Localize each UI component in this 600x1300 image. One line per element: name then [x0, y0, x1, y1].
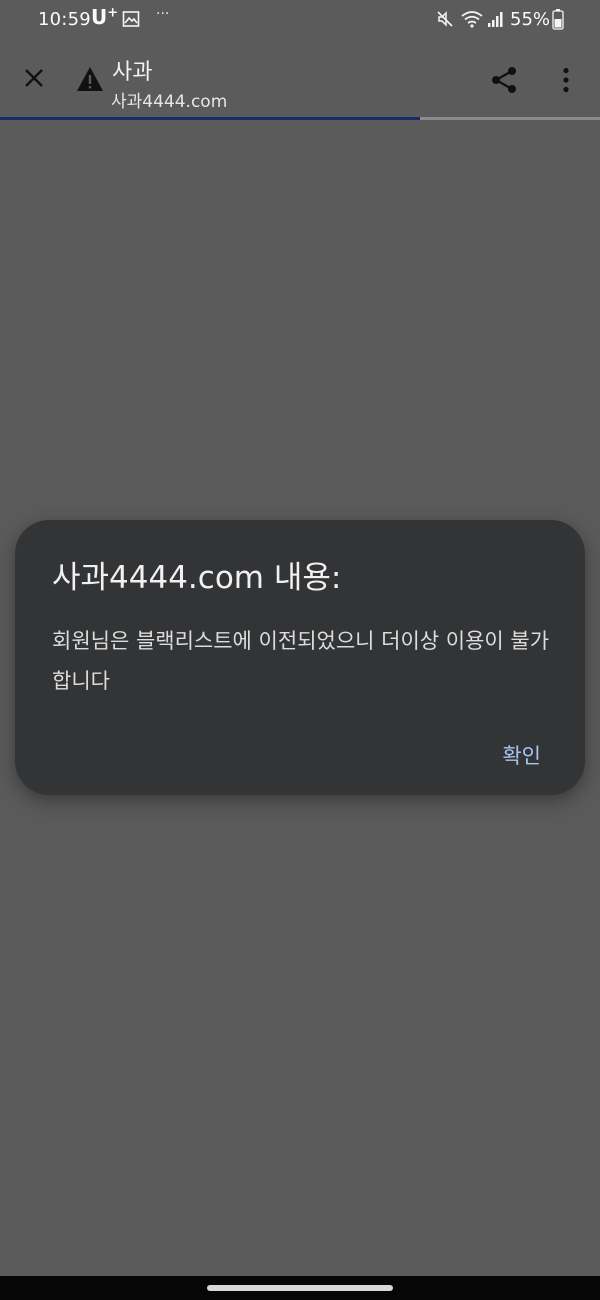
dialog-title: 사과4444.com 내용: [52, 560, 342, 596]
site-title: 사과 [112, 60, 153, 85]
dialog-message: 회원님은 블랙리스트에 이전되었으니 더이상 이용이 불가합니다 [52, 629, 550, 693]
mute-icon [437, 11, 453, 27]
site-url: 사과4444.com [111, 92, 228, 112]
gallery-icon [122, 11, 140, 27]
confirm-button[interactable]: 확인 [498, 738, 545, 772]
carrier-superscript: + [107, 5, 119, 21]
carrier-name: U [91, 5, 108, 29]
wifi-icon [461, 11, 483, 28]
warning-icon[interactable] [76, 66, 104, 92]
close-icon [25, 69, 43, 87]
status-more-indicator: ··· [156, 6, 170, 22]
screen: 10:59 U+ ··· 55% 사과 사과4444.com 사과4444.co… [0, 0, 600, 1300]
alert-dialog: 사과4444.com 내용: 회원님은 블랙리스트에 이전되었으니 더이상 이용… [15, 520, 585, 795]
home-indicator[interactable] [207, 1285, 393, 1291]
battery-percent: 55% [510, 9, 551, 30]
share-button[interactable] [484, 60, 524, 100]
battery-icon [552, 9, 564, 30]
close-button[interactable] [14, 58, 54, 98]
browser-toolbar: 사과 사과4444.com [0, 40, 600, 117]
signal-icon [488, 12, 503, 27]
navigation-bar [0, 1276, 600, 1300]
carrier-label: U+ [91, 5, 118, 29]
share-icon [492, 67, 516, 93]
status-bar: 10:59 U+ ··· 55% [0, 0, 600, 40]
more-options-button[interactable] [548, 60, 584, 100]
more-vert-icon [563, 67, 569, 93]
status-time: 10:59 [38, 9, 91, 30]
